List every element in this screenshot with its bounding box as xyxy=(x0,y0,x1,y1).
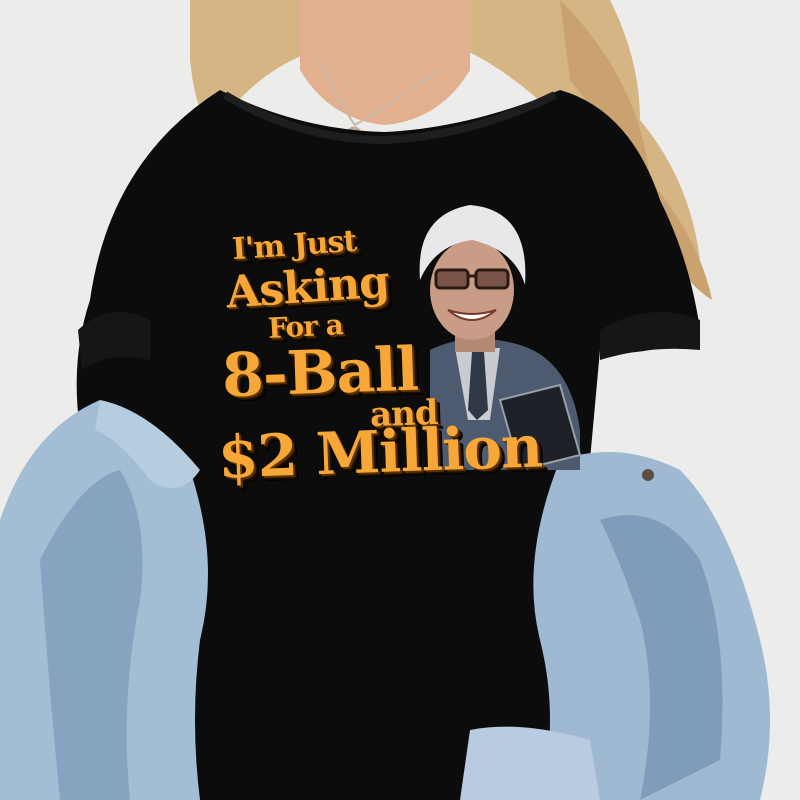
portrait-glasses-right xyxy=(474,268,510,290)
slogan-line-6: $2 Million xyxy=(216,412,544,492)
jacket-button xyxy=(642,469,654,481)
product-photo: I'm Just Asking For a 8-Ball and $2 Mill… xyxy=(0,0,800,800)
jeans xyxy=(460,726,600,800)
portrait-glasses-left xyxy=(434,268,470,290)
portrait-face xyxy=(430,240,514,340)
